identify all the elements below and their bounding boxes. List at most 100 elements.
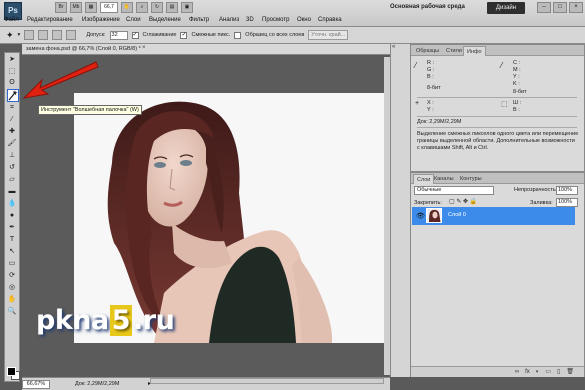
preset-dropdown-arrow-icon[interactable]: ▾ [18, 32, 21, 38]
menu-layers[interactable]: Слои [126, 17, 141, 23]
shape-tool-icon[interactable]: ▭ [6, 259, 18, 269]
all-layers-checkbox[interactable] [234, 31, 242, 39]
magic-wand-tool-icon[interactable] [7, 89, 19, 102]
menu-select[interactable]: Выделение [149, 17, 181, 23]
info-separator [417, 116, 577, 117]
mini-bridge-icon[interactable]: Mb [70, 2, 82, 13]
layer-row[interactable]: 👁 Слой 0 [412, 207, 575, 225]
crosshair-icon: + [415, 100, 420, 107]
minimize-button[interactable]: – [537, 2, 551, 13]
blend-mode-select[interactable]: Обычные [414, 186, 494, 195]
menu-help[interactable]: Справка [318, 17, 342, 23]
tab-info[interactable]: Инфо [463, 46, 486, 56]
close-document-icon[interactable]: × [142, 45, 146, 51]
layers-panel-tabs: Слои Каналы Контуры [411, 173, 584, 184]
blur-tool-icon[interactable]: 💧 [6, 199, 18, 209]
lock-icons[interactable]: ▢ ✎ ✥ 🔒 [449, 198, 477, 205]
workspace-label: Основная рабочая среда [390, 4, 465, 10]
move-tool-icon[interactable]: ➤ [6, 55, 18, 65]
contiguous-checkbox[interactable]: ✓ [180, 31, 188, 39]
info-r-label: R : [427, 60, 435, 66]
add-selection-icon[interactable] [38, 30, 49, 40]
history-brush-tool-icon[interactable]: ↺ [6, 163, 18, 173]
tolerance-input[interactable]: 32 [109, 30, 128, 40]
new-layer-icon[interactable]: ▯ [557, 367, 560, 377]
workspace-design-button[interactable]: Дизайн [487, 2, 525, 14]
tab-styles[interactable]: Стили [443, 46, 465, 56]
horizontal-scrollbar[interactable] [150, 378, 384, 384]
opacity-input[interactable]: 100% [556, 186, 578, 195]
adjustment-layer-icon[interactable]: ◐ [536, 367, 540, 377]
magic-wand-preset-icon[interactable]: ✦ [6, 30, 14, 41]
info-help-line-2: границы выделенной области. Дополнительн… [417, 138, 575, 144]
extras-icon[interactable]: ▦ [85, 2, 97, 13]
document-tab-title[interactable]: замена фона.psd @ 66,7% (Слой 0, RGB/8) … [26, 46, 141, 52]
antialias-checkbox[interactable]: ✓ [131, 31, 139, 39]
refine-edge-button[interactable]: Уточн. край... [308, 30, 349, 40]
zoom-level-select[interactable]: 66,7 [100, 2, 118, 13]
tab-channels[interactable]: Каналы [431, 174, 457, 184]
crop-tool-icon[interactable]: ⌗ [6, 103, 18, 113]
tools-panel: ➤ ⬚ ʘ ⌗ ⁄ ✚ 🖌 ⊥ ↺ ▱ ▬ 💧 ● ✒ T ↖ ▭ ⟳ ◎ ✋ … [4, 52, 20, 382]
marquee-tool-icon[interactable]: ⬚ [6, 67, 18, 77]
lasso-tool-icon[interactable]: ʘ [6, 78, 18, 88]
dodge-tool-icon[interactable]: ● [6, 211, 18, 221]
menu-window[interactable]: Окно [297, 17, 311, 23]
hand-icon[interactable]: ✋ [121, 2, 133, 13]
eyedropper-cmyk-icon: ⁄ [501, 61, 503, 70]
brush-tool-icon[interactable]: 🖌 [6, 139, 18, 149]
zoom-level-field[interactable]: 66,67% [22, 380, 50, 389]
fill-input[interactable]: 100% [556, 198, 578, 207]
watermark-text-prefix: pkna [36, 305, 109, 336]
zoom-icon[interactable]: ⌕ [136, 2, 148, 13]
layer-style-icon[interactable]: fx [525, 367, 530, 377]
menu-filter[interactable]: Фильтр [189, 17, 209, 23]
intersect-selection-icon[interactable] [66, 30, 77, 40]
type-tool-icon[interactable]: T [6, 235, 18, 245]
antialias-label: Сглаживание [142, 32, 177, 38]
menu-edit[interactable]: Редактирование [27, 17, 73, 23]
layer-name[interactable]: Слой 0 [448, 212, 466, 218]
info-x-label: X : [427, 100, 434, 106]
menu-image[interactable]: Изображение [82, 17, 120, 23]
collapse-dock-icon[interactable]: « [392, 44, 395, 50]
menu-file[interactable]: Файл [4, 17, 19, 23]
visibility-eye-icon[interactable]: 👁 [416, 212, 425, 220]
delete-layer-icon[interactable]: 🗑 [566, 367, 574, 377]
rotate-view-icon[interactable]: ↻ [151, 2, 163, 13]
bridge-icon[interactable]: Br [55, 2, 67, 13]
subtract-selection-icon[interactable] [52, 30, 63, 40]
eraser-tool-icon[interactable]: ▱ [6, 175, 18, 185]
arrange-docs-icon[interactable]: ▤ [166, 2, 178, 13]
menu-analysis[interactable]: Анализ [219, 17, 239, 23]
info-separator [417, 97, 577, 98]
clone-stamp-tool-icon[interactable]: ⊥ [6, 151, 18, 161]
menu-3d[interactable]: 3D [246, 17, 254, 23]
gradient-tool-icon[interactable]: ▬ [6, 187, 18, 197]
tab-paths[interactable]: Контуры [457, 174, 485, 184]
zoom-tool-icon[interactable]: 🔍 [6, 307, 18, 317]
info-panel: Образцы Стили Инфо ⁄ R : G : B : ⁄ C : M… [410, 44, 585, 172]
link-layers-icon[interactable]: ∞ [515, 367, 519, 377]
eyedropper-tool-icon[interactable]: ⁄ [6, 115, 18, 125]
info-separator [417, 127, 577, 128]
screen-mode-icon[interactable]: ▣ [181, 2, 193, 13]
info-doc-size: Док: 2,29M/2,29M [417, 119, 462, 125]
close-button[interactable]: × [569, 2, 583, 13]
new-selection-icon[interactable] [24, 30, 35, 40]
tab-swatches[interactable]: Образцы [413, 46, 442, 56]
hand-tool-icon[interactable]: ✋ [6, 295, 18, 305]
healing-tool-icon[interactable]: ✚ [6, 127, 18, 137]
lock-label: Закрепить: [414, 200, 442, 206]
pen-tool-icon[interactable]: ✒ [6, 223, 18, 233]
3d-orbit-tool-icon[interactable]: ◎ [6, 283, 18, 293]
layer-mask-icon[interactable]: ▭ [545, 367, 551, 377]
info-help-line-3: с клавишами Shift, Alt и Ctrl. [417, 145, 489, 151]
options-bar: ✦ ▾ Допуск: 32 ✓ Сглаживание ✓ Смежные п… [0, 27, 585, 44]
3d-rotate-tool-icon[interactable]: ⟳ [6, 271, 18, 281]
foreground-color-swatch[interactable] [7, 367, 16, 376]
path-selection-tool-icon[interactable]: ↖ [6, 247, 18, 257]
info-help-line-1: Выделение смежных пикселов одного цвета … [417, 131, 579, 137]
menu-view[interactable]: Просмотр [262, 17, 289, 23]
maximize-button[interactable]: □ [553, 2, 567, 13]
